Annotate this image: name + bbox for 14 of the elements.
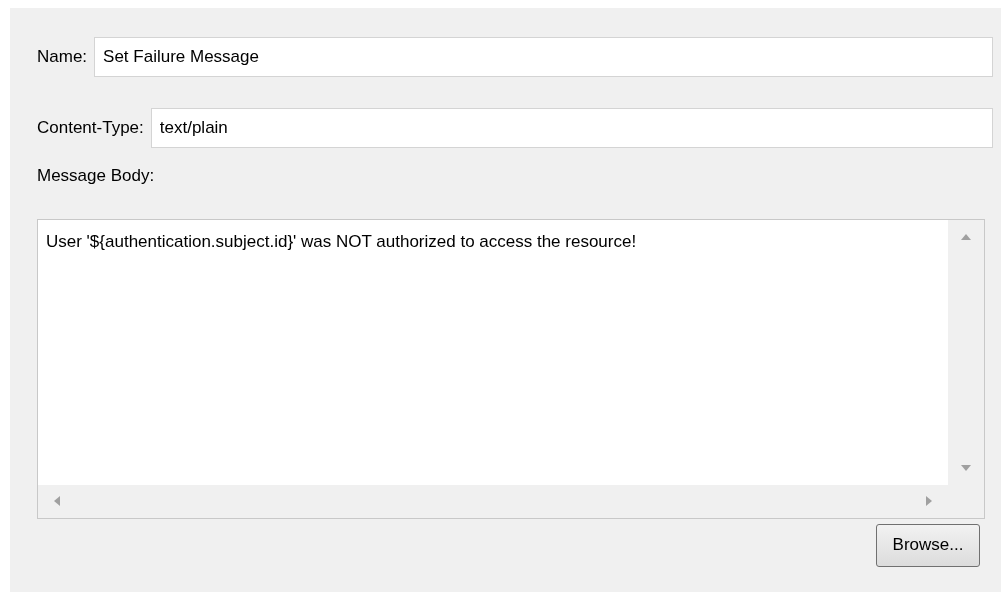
scroll-up-icon[interactable] bbox=[961, 233, 971, 240]
field-label: Content-Type: bbox=[37, 117, 144, 140]
input-field[interactable]: Set Failure Message bbox=[94, 37, 993, 77]
field-label: Name: bbox=[37, 46, 88, 69]
vertical-scrollbar[interactable] bbox=[948, 219, 984, 485]
browse-button[interactable]: Browse... bbox=[876, 523, 980, 567]
scroll-right-icon[interactable] bbox=[926, 496, 932, 506]
text-area[interactable]: User '${authentication.subject.id}' was NOT authorized to access the resource! bbox=[37, 218, 985, 519]
input-field[interactable]: text/plain bbox=[150, 108, 993, 148]
horizontal-scrollbar[interactable] bbox=[38, 484, 948, 518]
scroll-left-icon[interactable] bbox=[54, 496, 60, 506]
field-label: Message Body: bbox=[37, 165, 156, 187]
text-area-content: User '${authentication.subject.id}' was NOT authorized to access the resource! bbox=[45, 230, 638, 253]
scroll-down-icon[interactable] bbox=[961, 464, 971, 471]
